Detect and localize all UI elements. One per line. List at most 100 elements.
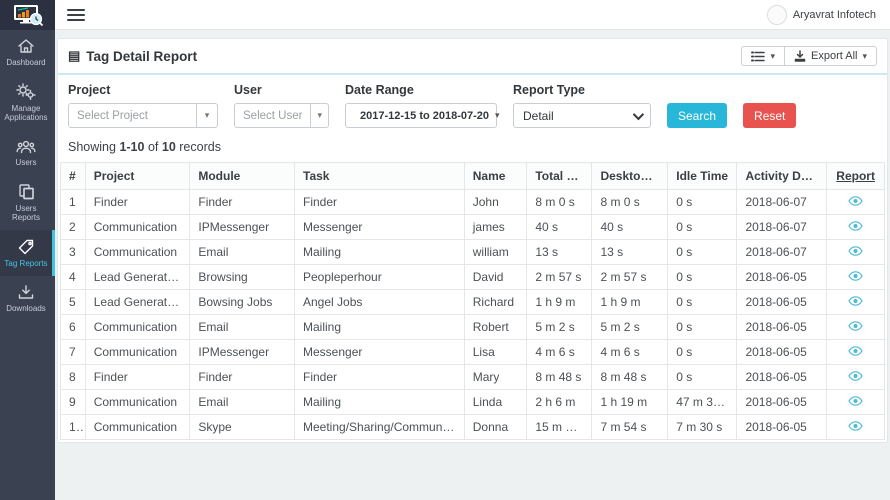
- cell-name: Richard: [463, 289, 528, 315]
- view-report-button[interactable]: [848, 371, 863, 381]
- download-icon: [18, 285, 34, 300]
- view-report-button[interactable]: [848, 321, 863, 331]
- view-report-button[interactable]: [848, 346, 863, 356]
- view-report-button[interactable]: [848, 421, 863, 431]
- cell-activity_date: 2018-06-05: [736, 389, 828, 415]
- cell-total_time: 13 s: [526, 239, 593, 265]
- sidebar-item-dashboard[interactable]: Dashboard: [0, 30, 55, 75]
- sidebar-item-tag-reports[interactable]: Tag Reports: [0, 230, 55, 277]
- cell-desktop_time: 40 s: [591, 214, 669, 240]
- cell-name: Robert: [463, 314, 528, 340]
- view-report-eye-icon: [848, 296, 863, 306]
- table-row: 5 Lead Generation Bowsing Jobs Angel Jobs Ri…: [60, 289, 885, 315]
- sidebar-item-manage-applications[interactable]: Manage Applications: [0, 75, 55, 130]
- view-report-button[interactable]: [848, 396, 863, 406]
- summary-range: 1-10: [119, 140, 145, 154]
- cell-task: Mailing: [294, 239, 465, 265]
- caret-down-icon: ▾: [862, 50, 867, 61]
- cell-project: Communication: [84, 214, 191, 240]
- caret-down-icon: ▾: [495, 110, 500, 120]
- table-row: 3 Communication Email Mailing william 13 s 13 …: [60, 239, 885, 265]
- col-idle-time: Idle Time: [667, 162, 738, 190]
- cell-task: Peopleperhour: [294, 264, 465, 290]
- cell-activity_date: 2018-06-07: [736, 189, 828, 215]
- activity-date-label: Activity Date: [745, 169, 819, 183]
- app-logo[interactable]: [0, 0, 55, 30]
- cell-report: [826, 314, 885, 340]
- cell-project: Lead Generation: [84, 264, 191, 290]
- cell-total_time: 4 m 6 s: [526, 339, 593, 365]
- cell-report: [826, 339, 885, 365]
- report-icon: ▤: [68, 48, 81, 63]
- sidebar-item-downloads[interactable]: Downloads: [0, 276, 55, 321]
- view-report-button[interactable]: [848, 296, 863, 306]
- sort-icon[interactable]: ↓19: [822, 171, 826, 183]
- project-select[interactable]: Select Project ▾: [68, 103, 218, 128]
- user-filter-label: User: [234, 83, 262, 97]
- sidebar-item-users[interactable]: Users: [0, 131, 55, 175]
- cell-idle_time: 0 s: [667, 239, 738, 265]
- summary-total: 10: [161, 140, 176, 154]
- cell-index: 3: [60, 239, 86, 265]
- cell-activity_date: 2018-06-05: [736, 289, 828, 315]
- cell-activity_date: 2018-06-07: [736, 239, 828, 265]
- cell-project: Communication: [84, 314, 191, 340]
- chevron-down-icon: [632, 108, 645, 120]
- avatar: [766, 4, 787, 25]
- cell-project: Communication: [84, 389, 191, 415]
- sidebar-item-label: Users Reports: [11, 203, 40, 222]
- table-row: 9 Communication Email Mailing Linda 2 h 6 m1 …: [60, 389, 885, 415]
- col-activity-date[interactable]: Activity Date↓19: [736, 162, 828, 190]
- table-row: 2 Communication IPMessenger Messenger james 4…: [60, 214, 885, 240]
- sidebar-item-label: Dashboard: [6, 58, 46, 67]
- user-menu[interactable]: Aryavrat Infotech: [766, 4, 890, 25]
- sidebar-item-users-reports[interactable]: Users Reports: [0, 175, 55, 230]
- cell-activity_date: 2018-06-07: [736, 214, 828, 240]
- view-report-button[interactable]: [848, 246, 863, 256]
- cell-desktop_time: 13 s: [591, 239, 669, 265]
- cell-idle_time: 7 m 30 s: [667, 414, 738, 440]
- cell-project: Lead Generation: [84, 289, 191, 315]
- panel-header: ▤ Tag Detail Report ▾ Export All ▾: [58, 39, 887, 75]
- cell-name: Mary: [463, 364, 528, 390]
- filter-bar: Project Select Project ▾ User Select Use…: [58, 75, 887, 138]
- cell-desktop_time: 8 m 0 s: [591, 189, 669, 215]
- table-container: # Project Module Task Name Total Time De…: [58, 162, 887, 442]
- sidebar-item-label: Tag Reports: [4, 259, 48, 269]
- export-all-button[interactable]: Export All ▾: [784, 46, 877, 66]
- user-select[interactable]: Select User ▾: [234, 103, 329, 128]
- sidebar: Dashboard Manage Applications Users User…: [0, 30, 55, 500]
- cell-index: 5: [60, 289, 86, 315]
- cell-module: IPMessenger: [189, 214, 295, 240]
- cell-task: Messenger: [294, 214, 465, 240]
- table-row: 6 Communication Email Mailing Robert 5 m 2 s5…: [60, 314, 885, 340]
- cell-task: Finder: [294, 189, 465, 215]
- view-report-eye-icon: [848, 321, 863, 331]
- cell-index: 2: [60, 214, 86, 240]
- cell-activity_date: 2018-06-05: [736, 339, 828, 365]
- sidebar-item-label: Users: [15, 157, 37, 167]
- cell-task: Mailing: [294, 314, 465, 340]
- col-report[interactable]: Report: [826, 162, 885, 190]
- cell-desktop_time: 2 m 57 s: [591, 264, 669, 290]
- cell-index: 8: [60, 364, 86, 390]
- cell-report: [826, 189, 885, 215]
- search-button[interactable]: Search: [667, 103, 728, 128]
- menu-toggle-icon[interactable]: [67, 8, 85, 21]
- report-type-select[interactable]: Detail: [513, 103, 651, 128]
- list-view-button[interactable]: ▾: [741, 46, 784, 66]
- col-total-time: Total Time: [526, 162, 593, 190]
- cell-report: [826, 414, 885, 440]
- list-icon: [751, 51, 766, 61]
- reset-button[interactable]: Reset: [743, 103, 797, 128]
- date-range-picker[interactable]: 2017-12-15 to 2018-07-20 ▾: [345, 103, 500, 128]
- cell-module: Browsing: [189, 264, 295, 290]
- cell-task: Finder: [294, 364, 465, 390]
- view-report-button[interactable]: [848, 196, 863, 206]
- cell-total_time: 40 s: [526, 214, 593, 240]
- table-row: 1 Finder Finder Finder John 8 m 0 s8 m 0 s0 s…: [60, 189, 885, 215]
- view-report-button[interactable]: [848, 221, 863, 231]
- view-report-button[interactable]: [848, 271, 863, 281]
- gears-icon: [16, 83, 36, 101]
- cell-module: IPMessenger: [189, 339, 295, 365]
